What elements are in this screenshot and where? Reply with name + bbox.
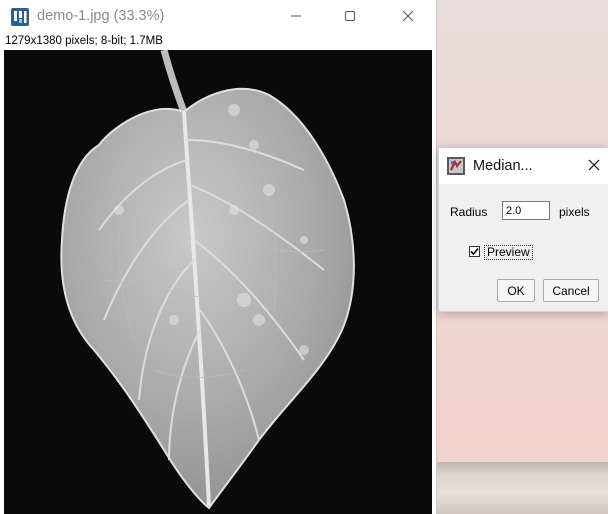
close-icon: [588, 159, 600, 171]
desktop-background: [436, 462, 608, 514]
dialog-title: Median...: [473, 158, 533, 174]
radius-label: Radius: [450, 205, 488, 219]
dialog-close-button[interactable]: [583, 154, 605, 176]
close-button[interactable]: [385, 0, 431, 32]
preview-checkbox[interactable]: [469, 246, 480, 257]
image-canvas[interactable]: [4, 50, 432, 514]
imagej-icon: [447, 157, 465, 175]
dialog-titlebar[interactable]: Median...: [439, 148, 608, 184]
minimize-button[interactable]: [273, 0, 319, 32]
close-icon: [402, 10, 414, 22]
radius-input[interactable]: [502, 201, 550, 220]
imagej-icon: [11, 8, 29, 26]
ok-button[interactable]: OK: [497, 279, 535, 302]
image-window: demo-1.jpg (33.3%) 1279x1380 pixels; 8-b…: [0, 0, 437, 514]
window-title: demo-1.jpg (33.3%): [37, 8, 165, 24]
preview-label[interactable]: Preview: [484, 245, 533, 260]
leaf-image: [4, 50, 432, 514]
cancel-button[interactable]: Cancel: [543, 279, 599, 302]
maximize-button[interactable]: [327, 0, 373, 32]
minimize-icon: [291, 15, 301, 17]
check-icon: [470, 247, 479, 256]
median-dialog: Median... Radius pixels Preview OK Cance…: [438, 147, 608, 312]
image-info: 1279x1380 pixels; 8-bit; 1.7MB: [5, 35, 163, 47]
image-window-titlebar[interactable]: demo-1.jpg (33.3%): [0, 0, 436, 34]
units-label: pixels: [559, 205, 590, 219]
maximize-icon: [345, 11, 355, 21]
